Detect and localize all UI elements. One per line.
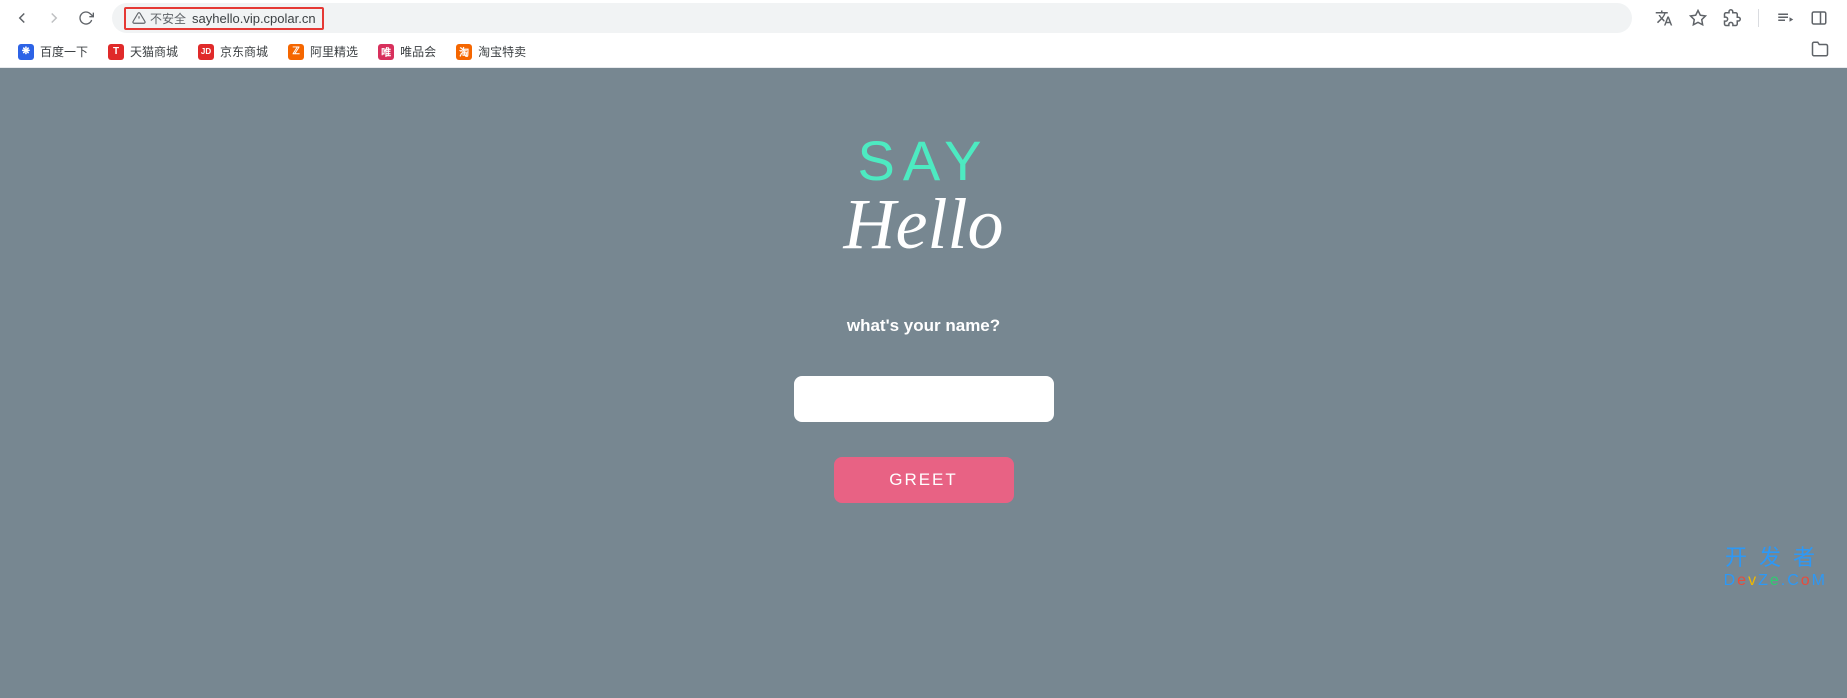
browser-toolbar: 不安全 sayhello.vip.cpolar.cn [0,0,1847,36]
greet-button[interactable]: GREET [834,457,1014,503]
bookmark-icon: 淘 [456,44,472,60]
bookmark-taobao[interactable]: 淘 淘宝特卖 [448,39,534,64]
reload-button[interactable] [72,4,100,32]
watermark: 开发者 DevZe.CoM [1724,540,1827,590]
insecure-label: 不安全 [150,10,186,27]
address-bar[interactable]: 不安全 sayhello.vip.cpolar.cn [112,3,1632,33]
url-highlight-box: 不安全 sayhello.vip.cpolar.cn [124,7,324,30]
bookmark-label: 天猫商城 [130,43,178,60]
bookmark-label: 阿里精选 [310,43,358,60]
bookmark-label: 唯品会 [400,43,436,60]
url-text: sayhello.vip.cpolar.cn [192,11,316,26]
bookmark-icon: ❋ [18,44,34,60]
bookmark-icon: 唯 [378,44,394,60]
playlist-icon[interactable] [1773,6,1797,30]
bookmark-icon: ℤ [288,44,304,60]
watermark-line2: DevZe.CoM [1724,572,1827,590]
separator [1758,9,1759,27]
folder-icon [1811,40,1829,58]
toolbar-right [1644,6,1839,30]
bookmark-baidu[interactable]: ❋ 百度一下 [10,39,96,64]
back-button[interactable] [8,4,36,32]
bookmarks-bar: ❋ 百度一下 T 天猫商城 JD 京东商城 ℤ 阿里精选 唯 唯品会 淘 淘宝特… [0,36,1847,68]
bookmark-label: 淘宝特卖 [478,43,526,60]
bookmark-label: 京东商城 [220,43,268,60]
bookmark-icon: JD [198,44,214,60]
security-indicator: 不安全 [132,10,186,27]
watermark-line1: 开发者 [1724,540,1827,572]
bookmark-label: 百度一下 [40,43,88,60]
sidepanel-icon[interactable] [1807,6,1831,30]
all-bookmarks-button[interactable] [1811,40,1837,63]
translate-icon[interactable] [1652,6,1676,30]
name-input[interactable] [794,376,1054,422]
bookmark-tmall[interactable]: T 天猫商城 [100,39,186,64]
bookmark-vip[interactable]: 唯 唯品会 [370,39,444,64]
bookmark-ali[interactable]: ℤ 阿里精选 [280,39,366,64]
name-prompt: what's your name? [847,316,1000,336]
bookmark-jd[interactable]: JD 京东商城 [190,39,276,64]
warning-icon [132,11,146,25]
star-icon[interactable] [1686,6,1710,30]
page-content: SAY Hello what's your name? GREET 开发者 De… [0,68,1847,698]
forward-button[interactable] [40,4,68,32]
extensions-icon[interactable] [1720,6,1744,30]
title-hello: Hello [844,183,1004,266]
bookmark-icon: T [108,44,124,60]
